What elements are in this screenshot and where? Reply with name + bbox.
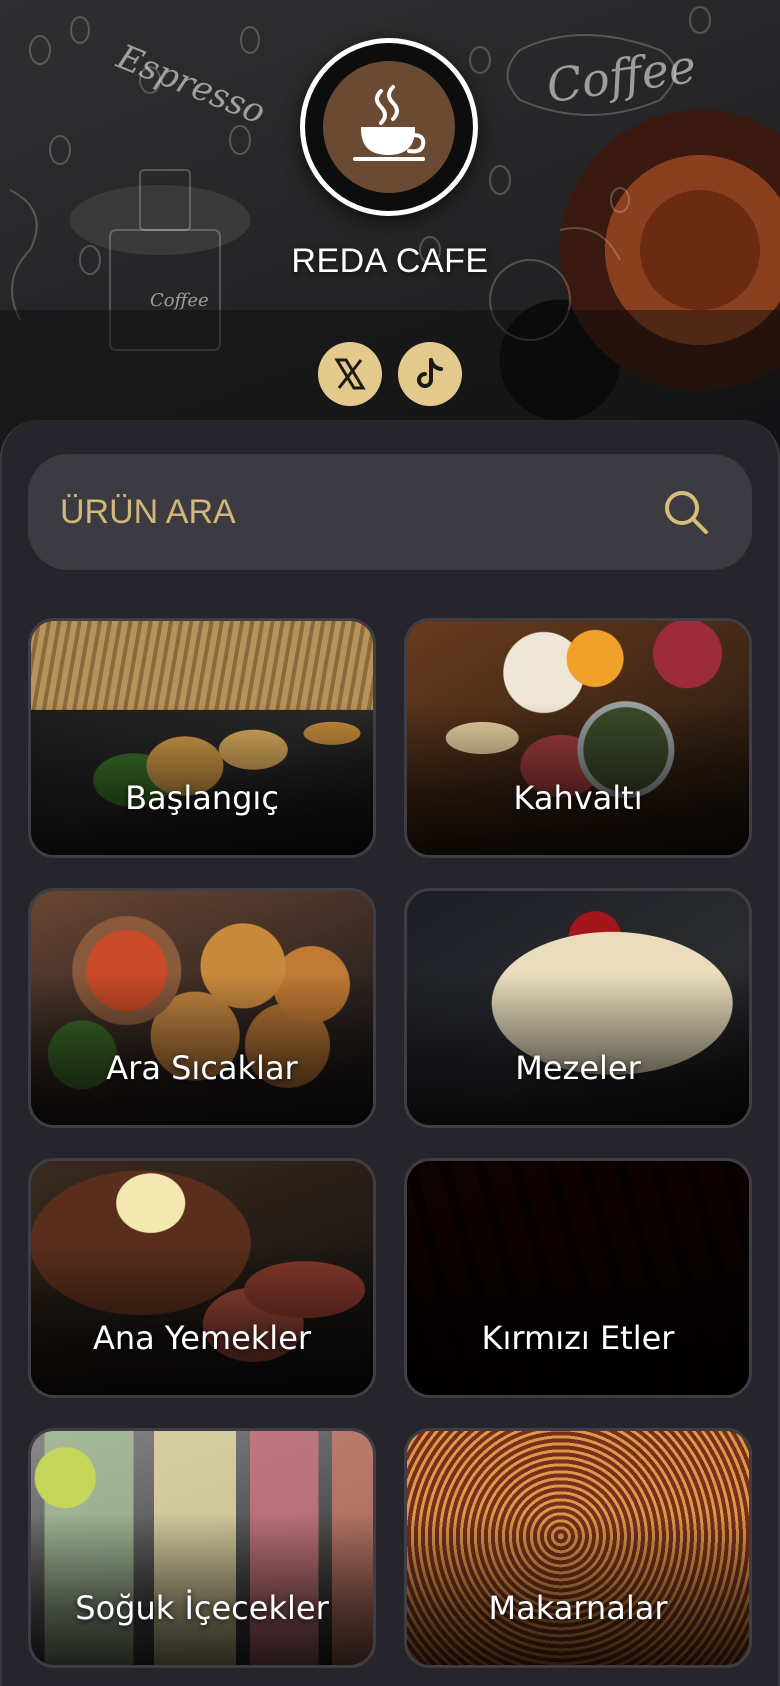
category-card-kirmizi-etler[interactable]: Kırmızı Etler bbox=[404, 1158, 752, 1398]
social-links bbox=[0, 342, 780, 406]
cafe-logo bbox=[300, 38, 478, 216]
x-twitter-button[interactable] bbox=[318, 342, 382, 406]
svg-text:Coffee: Coffee bbox=[150, 290, 209, 311]
category-card-soguk-icecekler[interactable]: Soğuk İçecekler bbox=[28, 1428, 376, 1668]
category-label: Ana Yemekler bbox=[92, 1319, 312, 1357]
menu-page: Espresso Coffee Coffee REDA CAFE ÜRÜN AR… bbox=[0, 0, 780, 1686]
search-bar bbox=[28, 454, 752, 570]
svg-text:Coffee: Coffee bbox=[543, 39, 699, 113]
tiktok-button[interactable] bbox=[398, 342, 462, 406]
category-card-baslangic[interactable]: Başlangıç bbox=[28, 618, 376, 858]
category-card-ara-sicaklar[interactable]: Ara Sıcaklar bbox=[28, 888, 376, 1128]
category-grid: Başlangıç Kahvaltı Ara Sıcaklar Mezeler bbox=[28, 618, 752, 1668]
category-label: Kırmızı Etler bbox=[481, 1319, 675, 1357]
category-card-ana-yemekler[interactable]: Ana Yemekler bbox=[28, 1158, 376, 1398]
search-input[interactable] bbox=[60, 492, 662, 532]
category-label: Soğuk İçecekler bbox=[75, 1589, 329, 1627]
category-label: Kahvaltı bbox=[513, 779, 643, 817]
coffee-cup-icon bbox=[353, 85, 426, 161]
category-label: Ara Sıcaklar bbox=[106, 1049, 298, 1087]
category-card-mezeler[interactable]: Mezeler bbox=[404, 888, 752, 1128]
search-icon[interactable] bbox=[662, 488, 710, 536]
menu-panel: Başlangıç Kahvaltı Ara Sıcaklar Mezeler bbox=[0, 420, 780, 1686]
category-card-makarnalar[interactable]: Makarnalar bbox=[404, 1428, 752, 1668]
category-label: Makarnalar bbox=[488, 1589, 668, 1627]
x-icon bbox=[334, 358, 366, 390]
hero-banner: Espresso Coffee Coffee REDA CAFE bbox=[0, 0, 780, 460]
tiktok-icon bbox=[417, 358, 443, 388]
category-label: Başlangıç bbox=[125, 779, 279, 817]
category-card-kahvalti[interactable]: Kahvaltı bbox=[404, 618, 752, 858]
category-label: Mezeler bbox=[515, 1049, 641, 1087]
cafe-name: REDA CAFE bbox=[291, 242, 489, 280]
